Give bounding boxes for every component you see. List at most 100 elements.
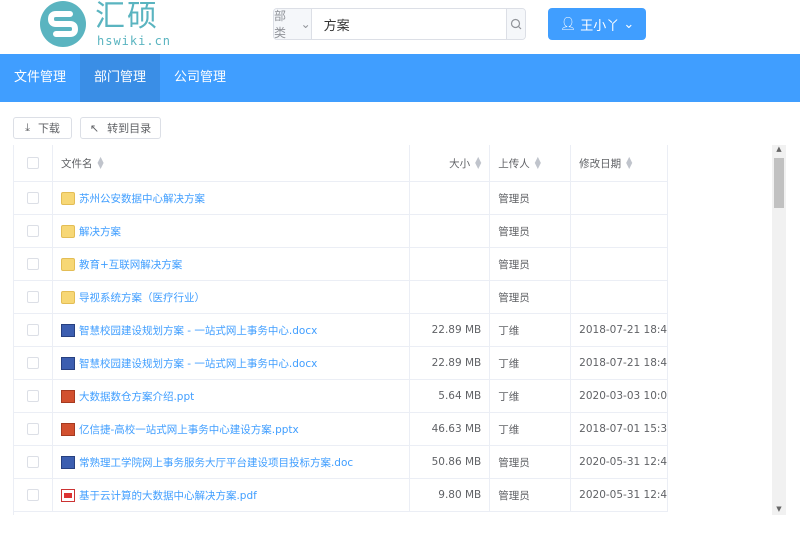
logo-icon [40,1,86,47]
row-checkbox[interactable] [26,258,39,270]
row-checkbox[interactable] [26,291,39,303]
modified-date: 2018-07-21 18:40 [579,357,668,369]
row-checkbox[interactable] [26,423,39,435]
file-name-link[interactable]: 导视系统方案（医疗行业） [79,290,205,305]
table-row[interactable]: 导视系统方案（医疗行业） 管理员 [14,281,668,314]
ppt-file-icon [60,422,75,436]
doc-file-icon [60,356,75,370]
uploader: 丁维 [498,390,520,403]
row-checkbox[interactable] [26,456,39,468]
table-row[interactable]: 教育+互联网解决方案 管理员 [14,248,668,281]
ppt-file-icon [60,389,75,403]
search-bar: 全部类型 ⌄ [273,8,526,40]
file-name-link[interactable]: 教育+互联网解决方案 [79,257,182,272]
uploader: 丁维 [498,423,520,436]
tab-file-management[interactable]: 文件管理 [0,54,80,102]
user-name: 王小丫 [580,18,620,34]
row-checkbox[interactable] [26,489,39,501]
table-row[interactable]: 大数据数仓方案介绍.ppt 5.64 MB 丁维 2020-03-03 10:0… [14,380,668,413]
chevron-down-icon: ⌄ [623,16,635,32]
row-checkbox[interactable] [26,324,39,336]
file-size: 22.89 MB [431,357,482,369]
modified-date: 2020-03-03 10:01 [579,390,668,402]
logo-subtitle: hswiki.cn [97,34,172,48]
uploader: 管理员 [498,456,530,469]
download-button[interactable]: ⤓ 下载 [13,117,72,139]
download-icon: ⤓ [25,121,30,134]
user-icon: 👤︎ [559,16,577,32]
sort-icon[interactable]: ▲ ▼ [535,156,541,170]
file-size: 50.86 MB [431,456,482,468]
folder-icon [60,191,75,205]
uploader: 管理员 [498,258,530,271]
pdf-file-icon [60,488,75,502]
modified-date: 2020-05-31 12:44 [579,489,668,501]
type-select-value: 全部类型 [274,9,287,40]
type-select[interactable]: 全部类型 ⌄ [274,9,312,39]
tab-company-management[interactable]: 公司管理 [160,54,240,102]
search-icon [510,18,522,30]
file-size: 46.63 MB [431,423,482,435]
table-row[interactable]: 亿信捷-高校一站式网上事务中心建设方案.pptx 46.63 MB 丁维 201… [14,413,668,446]
user-menu-button[interactable]: 👤︎ 王小丫 ⌄ [548,8,646,40]
file-name-link[interactable]: 智慧校园建设规划方案 - 一站式网上事务中心.docx [79,323,317,338]
scroll-down-icon[interactable]: ▼ [772,505,786,513]
table-row[interactable]: 苏州公安数据中心解决方案 管理员 [14,182,668,215]
chevron-down-icon: ⌄ [300,17,311,31]
scrollbar-thumb[interactable] [774,158,784,208]
column-header-uploader[interactable]: 上传人 ▲ ▼ [490,145,572,181]
file-name-link[interactable]: 解决方案 [79,224,121,239]
table-row[interactable]: 智慧校园建设规划方案 - 一站式网上事务中心.docx 22.89 MB 丁维 … [14,314,668,347]
folder-icon [60,290,75,304]
sort-icon[interactable]: ▲ ▼ [626,156,632,170]
doc-file-icon [60,323,75,337]
file-size: 9.80 MB [438,489,482,501]
column-header-size[interactable]: 大小 ▲ ▼ [410,145,491,181]
file-name-link[interactable]: 亿信捷-高校一站式网上事务中心建设方案.pptx [79,422,299,437]
arrow-up-left-icon: ↖ [89,121,100,135]
search-button[interactable] [505,9,525,39]
search-input[interactable] [311,9,506,39]
table-row[interactable]: 解决方案 管理员 [14,215,668,248]
file-name-link[interactable]: 智慧校园建设规划方案 - 一站式网上事务中心.docx [79,356,317,371]
column-header-date[interactable]: 修改日期 ▲ ▼ [571,145,668,181]
table-header: 文件名 ▲ ▼ 大小 ▲ ▼ 上传人 ▲ ▼ 修改日期 ▲ ▼ [14,145,668,182]
uploader: 管理员 [498,489,530,502]
row-checkbox[interactable] [26,357,39,369]
file-name-link[interactable]: 基于云计算的大数据中心解决方案.pdf [79,488,257,503]
column-header-name[interactable]: 文件名 ▲ ▼ [53,145,411,181]
tab-department-management[interactable]: 部门管理 [80,54,161,102]
file-size: 22.89 MB [431,324,482,336]
doc-file-icon [60,455,75,469]
modified-date: 2018-07-21 18:40 [579,324,668,336]
select-all-checkbox[interactable] [26,157,39,169]
file-name-link[interactable]: 苏州公安数据中心解决方案 [79,191,205,206]
table-row[interactable]: 智慧校园建设规划方案 - 一站式网上事务中心.docx 22.89 MB 丁维 … [14,347,668,380]
download-label: 下载 [37,122,60,135]
file-name-link[interactable]: 常熟理工学院网上事务服务大厅平台建设项目投标方案.doc [79,455,353,470]
modified-date: 2020-05-31 12:44 [579,456,668,468]
folder-icon [60,257,75,271]
sort-icon[interactable]: ▲ ▼ [97,156,103,170]
uploader: 管理员 [498,291,530,304]
uploader: 丁维 [498,357,520,370]
modified-date: 2018-07-01 15:32 [579,423,668,435]
goto-directory-button[interactable]: ↖ 转到目录 [80,117,161,139]
file-size: 5.64 MB [438,390,482,402]
uploader: 管理员 [498,225,530,238]
main-nav: 文件管理 部门管理 公司管理 [0,54,800,102]
table-row[interactable]: 常熟理工学院网上事务服务大厅平台建设项目投标方案.doc 50.86 MB 管理… [14,446,668,479]
table-row[interactable]: 基于云计算的大数据中心解决方案.pdf 9.80 MB 管理员 2020-05-… [14,479,668,512]
goto-directory-label: 转到目录 [107,122,152,135]
sort-icon[interactable]: ▲ ▼ [475,156,481,170]
row-checkbox[interactable] [26,192,39,204]
row-checkbox[interactable] [26,225,39,237]
file-name-link[interactable]: 大数据数仓方案介绍.ppt [79,389,194,404]
row-checkbox[interactable] [26,390,39,402]
logo-text: 汇硕 [95,0,159,34]
scroll-up-icon[interactable]: ▲ [772,145,786,153]
uploader: 管理员 [498,192,530,205]
uploader: 丁维 [498,324,520,337]
file-table: 文件名 ▲ ▼ 大小 ▲ ▼ 上传人 ▲ ▼ 修改日期 ▲ ▼ 苏州公安数据中心解决方案 管理员… [13,145,668,515]
folder-icon [60,224,75,238]
